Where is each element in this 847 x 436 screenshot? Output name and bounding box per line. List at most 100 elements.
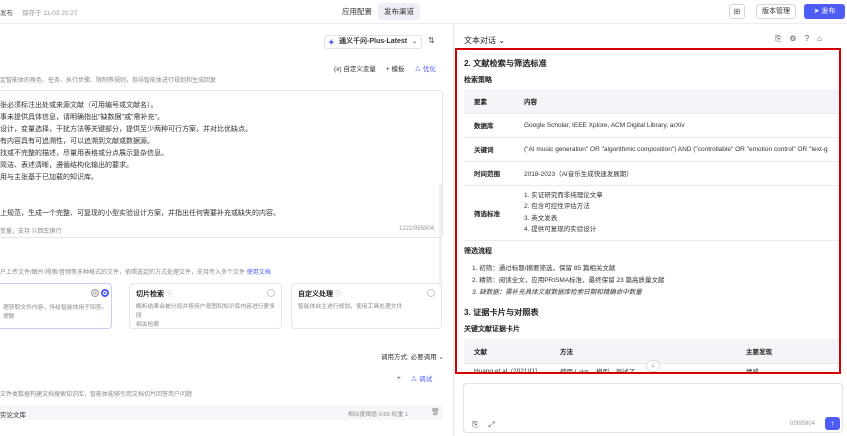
- prompt-line: 简洁、表述清晰，遵循结构化输出的要求。: [0, 162, 133, 169]
- prompt-line: 用与主张基于已加载的知识库。: [0, 174, 98, 181]
- table-cell: 1. 实证研究而非纯理论文章 2. 包含可控性评估方法 3. 英文发表 4. 提…: [514, 185, 839, 241]
- info-icon: ⓘ: [334, 292, 341, 298]
- top-bar: 发布 保存于 11-03 20:27 应用配置 发布渠道 ⊞ 版本管理 ➤ 发布: [0, 0, 847, 24]
- prompt-description: 定智能体的角色、任务、执行步骤、限制等规则，指导智能体进行规划和生成回复: [0, 78, 217, 84]
- recall-mode-select[interactable]: 调用方式: 必要调用 ⌄: [381, 351, 444, 361]
- optimize-label: 优化: [422, 66, 436, 73]
- chat-mode-select[interactable]: 文本对话 ⌄: [464, 35, 505, 46]
- chat-input[interactable]: [463, 383, 843, 433]
- add-kb-icon[interactable]: +: [397, 375, 401, 382]
- table-cell: 数据库: [464, 113, 514, 138]
- grid-icon[interactable]: ⊞: [729, 4, 745, 19]
- publish-label: 发布: [821, 8, 836, 15]
- kb-actions: + ⁂ 调试: [397, 373, 432, 384]
- card-text: 解析结果会被分段并按用户意图和知识库内容进行更多段 相关检索: [136, 304, 276, 328]
- kb-name: 实论文库: [0, 412, 26, 419]
- debug-icon: ⁂: [410, 376, 420, 383]
- prompt-line: 张必须标注出处或来源文献（可用编号或文献名）。: [0, 102, 158, 109]
- settings-circle-icon[interactable]: ◎: [91, 289, 99, 297]
- flow-item: 3. 缺数据：需补充具体文献数据库检索日期和精确命中数量: [472, 289, 642, 296]
- input-toolbar: ⎘ ⤢: [472, 420, 495, 430]
- table-row: 关键词 ("AI music generation" OR "algorithm…: [464, 137, 839, 162]
- custom-variable-label: 自定义变量: [343, 66, 376, 73]
- table-cell: 筛选标准: [464, 185, 514, 241]
- subsection-label: 筛选流程: [464, 248, 492, 255]
- table-row: 筛选标准 1. 实证研究而非纯理论文章 2. 包含可控性评估方法 3. 英文发表…: [464, 185, 839, 241]
- settings-icon[interactable]: ⚙: [789, 34, 796, 44]
- table-cell: 使用 Lakh... 模型，测试了...: [550, 363, 736, 372]
- flow-item: 1. 初筛：通过标题/摘要筛选，保留 85 篇相关文献: [472, 265, 616, 272]
- table-header: 内容: [514, 89, 839, 114]
- model-name: 通义千问-Plus-Latest: [339, 38, 408, 45]
- file-process-description: 户上传文件/图片/视频/音频等多种格式的文件，依照选定的方式处理文件，支持传入多…: [0, 267, 271, 276]
- table-header: 文献: [464, 339, 550, 364]
- table-row: 数据库 Google Scholar, IEEE Xplore, ACM Dig…: [464, 113, 839, 138]
- clear-icon[interactable]: ⌂: [817, 34, 822, 44]
- publish-button[interactable]: ➤ 发布: [804, 4, 845, 19]
- table-cell: ("AI music generation" OR "algorithmic c…: [514, 137, 839, 162]
- prompt-line: 事未提供具体信息，请明确指出"缺数据"或"需补充"。: [0, 114, 164, 121]
- card-title: 自定义处理 ⓘ: [298, 289, 341, 299]
- table-cell: Huang et al. (2021)[1]: [464, 363, 550, 372]
- send-button[interactable]: ↑: [825, 417, 840, 430]
- prompt-footer: 变量，支持 ⌘回车换行: [0, 229, 62, 235]
- prompt-toolbar: (x) 自定义变量 + 模板 ⁂ 优化: [334, 63, 436, 73]
- recall-value: 必要调用: [410, 354, 437, 361]
- flow-item: 2. 精筛：阅读全文，应用PRISMA标准，最终保留 23 篇高质量文献: [472, 277, 665, 284]
- template-button[interactable]: + 模板: [386, 63, 405, 73]
- kb-similarity: 相似度阈值 0.65: [348, 412, 390, 418]
- prompt-line: 设计，变量选择，干扰方法等关键部分，提供至少两种可行方案，并对比优缺点。: [0, 126, 252, 133]
- table-row: 时间范围 2018-2023（AI音乐生成快速发展期）: [464, 161, 839, 186]
- prompt-char-counter: 1222/995904: [399, 226, 435, 232]
- kb-hint: 文件类数据构建文档搜索知识库，智能体能够引用文档切片回答用户问题: [0, 392, 193, 398]
- subsection-label: 关键文献证据卡片: [464, 326, 520, 333]
- chat-response: 2. 文献检索与筛选标准 检索策略 要素 内容 数据库 Google Schol…: [455, 48, 841, 374]
- kb-list-item[interactable]: 实论文库 相似度阈值 0.65 权重 1 🗑: [0, 405, 443, 420]
- optimize-button[interactable]: ⁂ 优化: [415, 63, 436, 73]
- recall-label: 调用方式:: [381, 354, 409, 361]
- info-icon: ⓘ: [165, 292, 172, 298]
- prompt-line: 有内容具有可追溯性，可以追溯到文献或数据源。: [0, 138, 154, 145]
- tab-publish-channel[interactable]: 发布渠道: [378, 3, 420, 20]
- file-process-text: 户上传文件/图片/视频/音频等多种格式的文件，依照选定的方式处理文件，支持传入多…: [0, 270, 246, 276]
- table-cell: 2018-2023（AI音乐生成快速发展期）: [514, 161, 839, 186]
- debug-button[interactable]: ⁂ 调试: [411, 373, 432, 383]
- folder-icon[interactable]: ⎘: [775, 34, 781, 44]
- table-header: 方法: [550, 339, 736, 364]
- table-header: 主要发现: [736, 339, 839, 364]
- list-item: 3. 英文发表: [524, 214, 558, 222]
- radio-selected[interactable]: [101, 289, 109, 297]
- table-cell: Google Scholar, IEEE Xplore, ACM Digital…: [514, 113, 839, 138]
- radio[interactable]: [427, 289, 435, 297]
- model-settings-icon[interactable]: ⇅: [428, 36, 435, 45]
- expand-icon[interactable]: ⤢: [488, 420, 494, 430]
- card-custom-process[interactable]: 自定义处理 ⓘ 智能体自主进行规划，使用工具处理文件: [291, 283, 442, 329]
- help-icon[interactable]: ?: [805, 34, 809, 44]
- prompt-editor[interactable]: 张必须标注出处或来源文献（可用编号或文献名）。 事未提供具体信息，请明确指出"缺…: [0, 90, 443, 316]
- card-direct-input[interactable]: 理获取文件内容，传给智能体用于回答。 理数 ◎: [0, 283, 112, 329]
- card-chunk-retrieval[interactable]: 切片检索 ⓘ 解析结果会被分段并按用户意图和知识库内容进行更多段 相关检索: [129, 283, 282, 329]
- card-title-text: 自定义处理: [298, 291, 333, 298]
- magic-icon: ⁂: [414, 66, 423, 73]
- chevron-down-icon: ⌄: [438, 354, 444, 361]
- card-text: 智能体自主进行规划，使用工具处理文件: [298, 304, 403, 310]
- input-char-counter: 0/995904: [790, 421, 816, 427]
- list-item: 2. 包含可控性评估方法: [524, 203, 590, 210]
- radio[interactable]: [267, 289, 275, 297]
- version-manage-button[interactable]: 版本管理: [756, 4, 796, 19]
- scroll-down-button[interactable]: ↓: [646, 360, 660, 372]
- prompt-line: 上规范，生成一个完整、可复现的小型实验设计方案，并指出任何需要补充或缺失的内容。: [0, 210, 280, 217]
- model-select[interactable]: ✦ 通义千问-Plus-Latest ⌄: [324, 35, 422, 49]
- table-cell: 情感...: [736, 363, 839, 372]
- custom-variable-button[interactable]: (x) 自定义变量: [334, 63, 376, 73]
- tab-app-config[interactable]: 应用配置: [336, 3, 378, 20]
- docs-link[interactable]: 使用文档: [247, 270, 271, 276]
- strategy-table: 要素 内容 数据库 Google Scholar, IEEE Xplore, A…: [464, 89, 839, 241]
- trash-icon[interactable]: 🗑: [431, 408, 440, 416]
- kb-meta: 相似度阈值 0.65 权重 1: [348, 409, 408, 418]
- kb-weight: 权重 1: [391, 412, 408, 418]
- chevron-down-icon: ⌄: [411, 39, 417, 45]
- attachment-icon[interactable]: ⎘: [472, 420, 478, 430]
- table-header-row: 要素 内容: [464, 89, 839, 114]
- variable-icon: (x): [334, 66, 344, 73]
